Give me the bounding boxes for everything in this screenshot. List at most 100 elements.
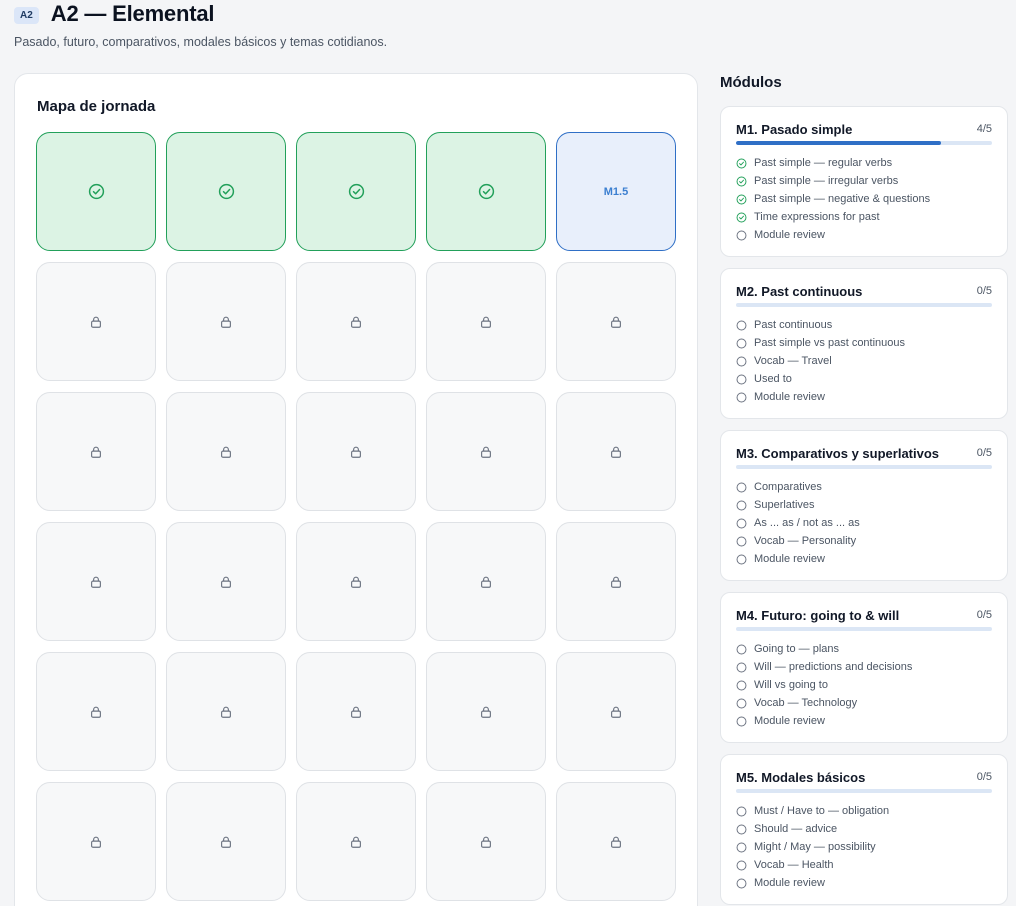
module-header[interactable]: M1. Pasado simple 4/5 (736, 121, 992, 137)
lesson-item[interactable]: Will — predictions and decisions (736, 658, 992, 676)
empty-circle-icon (736, 230, 754, 241)
lesson-item[interactable]: Used to (736, 370, 992, 388)
journey-tile-locked[interactable] (36, 652, 156, 771)
empty-circle-icon (736, 554, 754, 565)
journey-tile-locked[interactable] (296, 262, 416, 381)
lesson-item[interactable]: Module review (736, 712, 992, 730)
journey-tile-done[interactable] (166, 132, 286, 251)
page-header: A2 A2 — Elemental Pasado, futuro, compar… (14, 0, 387, 49)
journey-tile-current[interactable]: M1.5 (556, 132, 676, 251)
journey-tile-locked[interactable] (296, 782, 416, 901)
lesson-item[interactable]: Module review (736, 388, 992, 406)
lesson-item[interactable]: Past simple — negative & questions (736, 190, 992, 208)
lesson-label: Vocab — Technology (754, 697, 858, 709)
journey-tile-locked[interactable] (556, 782, 676, 901)
module-header[interactable]: M5. Modales básicos 0/5 (736, 769, 992, 785)
journey-tile-locked[interactable] (556, 522, 676, 641)
journey-tile-locked[interactable] (426, 522, 546, 641)
lesson-item[interactable]: Past simple vs past continuous (736, 334, 992, 352)
lock-icon (349, 835, 363, 849)
empty-circle-icon (736, 716, 754, 727)
lesson-item[interactable]: Might / May — possibility (736, 838, 992, 856)
lock-icon (219, 835, 233, 849)
journey-tile-locked[interactable] (36, 522, 156, 641)
journey-tile-locked[interactable] (426, 392, 546, 511)
empty-circle-icon (736, 482, 754, 493)
lesson-item[interactable]: Module review (736, 226, 992, 244)
empty-circle-icon (736, 806, 754, 817)
lesson-item[interactable]: Past simple — regular verbs (736, 154, 992, 172)
module-count: 0/5 (976, 771, 992, 783)
journey-tile-locked[interactable] (36, 392, 156, 511)
lesson-item[interactable]: Vocab — Health (736, 856, 992, 874)
lesson-item[interactable]: As ... as / not as ... as (736, 514, 992, 532)
lock-icon (479, 445, 493, 459)
journey-tile-locked[interactable] (296, 522, 416, 641)
journey-tile-locked[interactable] (166, 522, 286, 641)
journey-tile-locked[interactable] (426, 652, 546, 771)
lock-icon (349, 315, 363, 329)
journey-tile-locked[interactable] (166, 782, 286, 901)
page-title: A2 — Elemental (50, 1, 215, 26)
journey-tile-locked[interactable] (296, 392, 416, 511)
lesson-label: Past simple — irregular verbs (754, 175, 899, 187)
module-name: M2. Past continuous (736, 283, 863, 299)
lesson-item[interactable]: Should — advice (736, 820, 992, 838)
journey-tile-locked[interactable] (556, 652, 676, 771)
lock-icon (89, 315, 103, 329)
lesson-item[interactable]: Vocab — Travel (736, 352, 992, 370)
module-header[interactable]: M2. Past continuous 0/5 (736, 283, 992, 299)
lesson-label: Past simple vs past continuous (754, 337, 906, 349)
lesson-item[interactable]: Vocab — Technology (736, 694, 992, 712)
journey-tile-locked[interactable] (556, 262, 676, 381)
lesson-item[interactable]: Time expressions for past (736, 208, 992, 226)
journey-tile-locked[interactable] (296, 652, 416, 771)
check-circle-icon (88, 183, 105, 200)
module-card: M1. Pasado simple 4/5 Past simple — regula… (720, 106, 1008, 257)
lesson-label: Time expressions for past (754, 211, 880, 223)
journey-tile-locked[interactable] (36, 262, 156, 381)
lesson-item[interactable]: Will vs going to (736, 676, 992, 694)
journey-tile-locked[interactable] (166, 652, 286, 771)
module-progress-fill (736, 141, 941, 145)
lock-icon (349, 445, 363, 459)
journey-tile-locked[interactable] (36, 782, 156, 901)
journey-tile-done[interactable] (36, 132, 156, 251)
lesson-label: Will vs going to (754, 679, 828, 691)
lesson-item[interactable]: Module review (736, 550, 992, 568)
lesson-item[interactable]: Must / Have to — obligation (736, 802, 992, 820)
lesson-label: Superlatives (754, 499, 815, 511)
lesson-label: Module review (754, 391, 825, 403)
lesson-item[interactable]: Superlatives (736, 496, 992, 514)
journey-tile-locked[interactable] (166, 392, 286, 511)
lock-icon (219, 575, 233, 589)
lesson-label: Past continuous (754, 319, 833, 331)
lock-icon (89, 575, 103, 589)
lesson-item[interactable]: Going to — plans (736, 640, 992, 658)
journey-tile-locked[interactable] (556, 392, 676, 511)
empty-circle-icon (736, 374, 754, 385)
lesson-label: Might / May — possibility (754, 841, 876, 853)
lesson-item[interactable]: Past continuous (736, 316, 992, 334)
lesson-item[interactable]: Vocab — Personality (736, 532, 992, 550)
journey-tile-done[interactable] (296, 132, 416, 251)
lesson-label: Module review (754, 877, 825, 889)
module-card: M4. Futuro: going to & will 0/5 Going to —… (720, 592, 1008, 743)
module-progress-bar (736, 789, 992, 793)
module-header[interactable]: M3. Comparativos y superlativos 0/5 (736, 445, 992, 461)
lesson-item[interactable]: Comparatives (736, 478, 992, 496)
journey-tile-locked[interactable] (426, 782, 546, 901)
lesson-item[interactable]: Module review (736, 874, 992, 892)
lesson-label: Module review (754, 553, 825, 565)
module-header[interactable]: M4. Futuro: going to & will 0/5 (736, 607, 992, 623)
check-circle-icon (736, 194, 754, 205)
journey-tile-done[interactable] (426, 132, 546, 251)
journey-tile-locked[interactable] (426, 262, 546, 381)
empty-circle-icon (736, 338, 754, 349)
lesson-list: Past simple — regular verbs Past simple —… (736, 154, 992, 244)
module-count: 4/5 (976, 123, 992, 135)
level-badge: A2 (14, 6, 39, 24)
module-name: M5. Modales básicos (736, 769, 866, 785)
lesson-item[interactable]: Past simple — irregular verbs (736, 172, 992, 190)
journey-tile-locked[interactable] (166, 262, 286, 381)
